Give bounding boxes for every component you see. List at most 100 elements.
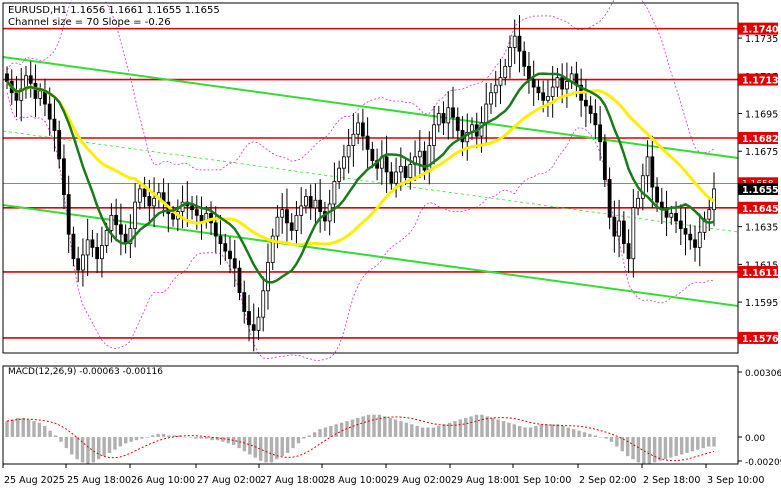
macd-bar	[561, 425, 565, 437]
macd-bar	[32, 421, 36, 437]
macd-bar	[64, 437, 69, 449]
macd-bar	[296, 437, 301, 444]
candle-body	[508, 47, 512, 67]
candle-body	[62, 158, 66, 195]
candle-body	[95, 246, 100, 260]
macd-bar	[43, 425, 47, 437]
macd-bar	[712, 437, 716, 447]
macd-bar	[75, 437, 79, 460]
candle-body	[360, 122, 365, 137]
time-tick-label: 25 Aug 18:00	[67, 475, 131, 486]
macd-bar	[642, 437, 646, 464]
candle-body	[370, 148, 375, 162]
candle-body	[408, 164, 413, 179]
candle-body	[394, 171, 398, 184]
macd-bar	[167, 435, 171, 437]
macd-bar	[334, 424, 338, 437]
macd-bar	[690, 437, 695, 452]
macd-bar	[426, 427, 430, 437]
macd-bar	[679, 437, 684, 455]
macd-bar	[701, 437, 705, 449]
candle-body	[621, 220, 626, 245]
candle-body	[5, 73, 9, 82]
macd-bar	[458, 419, 463, 437]
macd-bar	[388, 417, 392, 437]
candle-body	[280, 209, 285, 218]
candle-body	[674, 213, 678, 222]
candle-body	[76, 258, 81, 271]
level-tag-label-5: 1.1576	[742, 334, 779, 345]
macd-bar	[199, 437, 203, 439]
candle-body	[517, 35, 522, 52]
price-chart[interactable]: 1.17351.17151.16951.16751.16551.16351.16…	[0, 0, 781, 489]
candle-body	[536, 86, 541, 94]
macd-bar	[496, 419, 500, 437]
macd-bar	[280, 437, 284, 457]
macd-bar	[696, 437, 700, 450]
candle-body	[38, 90, 43, 99]
macd-bar	[593, 435, 597, 437]
candle-body	[118, 224, 123, 235]
macd-bar	[264, 437, 268, 463]
candle-body	[565, 81, 569, 90]
candle-body	[294, 214, 299, 231]
macd-bar	[550, 424, 554, 437]
candle-body	[550, 86, 555, 97]
time-tick-label: 2 Sep 02:00	[579, 475, 636, 486]
macd-bar	[615, 437, 619, 447]
macd-bar	[237, 437, 241, 449]
macd-bar	[523, 427, 527, 437]
macd-bar	[636, 437, 641, 463]
candle-body	[308, 196, 313, 209]
macd-bar	[582, 432, 587, 437]
candle-body	[57, 130, 62, 160]
time-tick-label: 29 Aug 02:00	[387, 475, 451, 486]
candle-body	[664, 209, 669, 218]
candle-body	[71, 233, 76, 260]
candle-body	[602, 141, 607, 180]
candle-body	[645, 156, 650, 177]
macd-bar	[53, 435, 58, 437]
macd-bar	[571, 429, 576, 437]
candle-body	[455, 116, 460, 131]
candle-body	[199, 214, 204, 222]
candle-body	[194, 209, 199, 216]
macd-bar	[312, 432, 317, 437]
macd-bar	[339, 422, 344, 437]
macd-bar	[652, 437, 657, 463]
macd-bar	[183, 437, 187, 438]
candle-body	[318, 199, 323, 212]
candle-body	[636, 197, 640, 209]
macd-bar	[534, 425, 538, 437]
candle-body	[389, 171, 394, 184]
macd-bar	[113, 437, 117, 450]
candle-body	[697, 231, 702, 248]
candle-body	[190, 205, 194, 211]
macd-bar	[399, 421, 403, 437]
macd-bar	[91, 437, 96, 463]
candle-body	[546, 96, 550, 101]
macd-bar	[539, 424, 543, 437]
macd-tick-label: -0.00209	[745, 458, 781, 468]
candle-body	[337, 167, 342, 182]
candle-body	[171, 213, 175, 220]
macd-header: MACD(12,26,9) -0.00063 -0.00116	[8, 367, 163, 377]
price-tick-label: 1.1675	[745, 147, 778, 158]
candle-body	[304, 196, 308, 207]
candle-body	[104, 230, 109, 246]
candle-body	[228, 250, 232, 260]
macd-bar	[16, 417, 20, 437]
candle-body	[560, 77, 565, 90]
macd-bar	[10, 419, 15, 437]
candle-body	[655, 186, 659, 203]
candle-body	[669, 213, 674, 218]
candle-body	[261, 290, 266, 318]
candle-body	[232, 258, 237, 269]
candle-body	[218, 235, 223, 245]
candle-body	[522, 50, 527, 67]
time-tick-label: 28 Aug 10:00	[323, 475, 387, 486]
macd-bar	[366, 414, 371, 437]
macd-bar	[221, 437, 225, 442]
macd-bar	[145, 437, 150, 438]
macd-bar	[512, 424, 517, 437]
